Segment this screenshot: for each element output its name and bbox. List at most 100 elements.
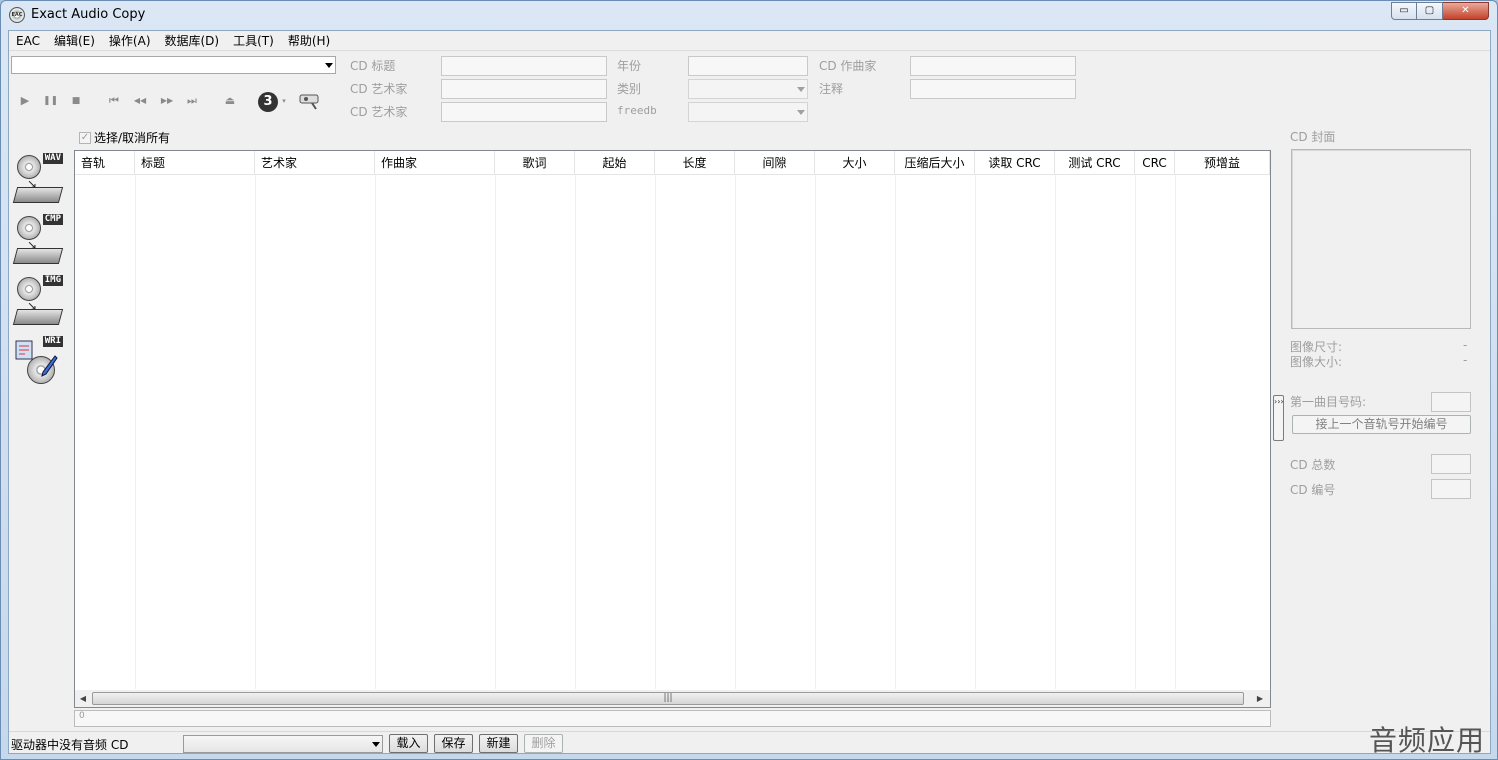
cd-total-label: CD 总数 (1290, 458, 1336, 472)
column-divider (575, 175, 576, 689)
close-button[interactable]: ✕ (1443, 2, 1489, 20)
select-all-checkbox[interactable]: ✓ (79, 131, 91, 144)
menu-action[interactable]: 操作(A) (102, 31, 158, 50)
first-track-number-input[interactable] (1431, 392, 1471, 412)
cd-number-input[interactable] (1431, 479, 1471, 499)
column-track[interactable]: 音轨 (75, 151, 135, 175)
drive-icon (12, 187, 64, 203)
menu-bar: EAC 编辑(E) 操作(A) 数据库(D) 工具(T) 帮助(H) (9, 31, 1490, 51)
cd-artist2-input[interactable] (441, 102, 607, 122)
play-button[interactable]: ▶ (18, 94, 32, 108)
column-test-crc[interactable]: 测试 CRC (1055, 151, 1135, 175)
title-bar[interactable]: EAC Exact Audio Copy ▭ ▢ ✕ (1, 1, 1497, 30)
genre-label: 类别 (617, 82, 642, 96)
chevron-down-icon[interactable]: ▾ (280, 94, 288, 108)
cd-title-label: CD 标题 (350, 59, 396, 73)
stop-button[interactable]: ■ (69, 94, 83, 108)
progress-bar: 0 (74, 710, 1271, 727)
copy-wav-button[interactable]: ↘ WAV (12, 153, 64, 205)
drive-icon (12, 309, 64, 325)
column-gap[interactable]: 间隙 (735, 151, 815, 175)
column-length[interactable]: 长度 (655, 151, 735, 175)
scroll-thumb[interactable]: ||| (92, 692, 1244, 705)
next-track-button[interactable]: ▶▶ (158, 94, 176, 108)
chevron-down-icon (325, 63, 333, 68)
pause-button[interactable]: ❚❚ (43, 94, 58, 108)
column-divider (975, 175, 976, 689)
scroll-right-button[interactable]: ▶ (1254, 692, 1266, 705)
eject-button[interactable]: ⏏ (223, 94, 237, 108)
first-track-button[interactable]: ⏮ (107, 94, 121, 108)
cd-total-input[interactable] (1431, 454, 1471, 474)
column-start[interactable]: 起始 (575, 151, 655, 175)
column-divider (375, 175, 376, 689)
column-title[interactable]: 标题 (135, 151, 255, 175)
scroll-left-button[interactable]: ◀ (77, 692, 89, 705)
pen-icon (41, 355, 58, 377)
track-list-body[interactable] (75, 175, 1270, 689)
new-button[interactable]: 新建 (479, 734, 518, 753)
status-bar: 驱动器中没有音频 CD 载入 保存 新建 删除 (9, 731, 1490, 754)
cd-cover-image[interactable] (1291, 149, 1471, 329)
maximize-button[interactable]: ▢ (1417, 2, 1443, 20)
cd-artist2-label: CD 艺术家 (350, 105, 408, 119)
column-lyrics[interactable]: 歌词 (495, 151, 575, 175)
save-button[interactable]: 保存 (434, 734, 473, 753)
column-divider (895, 175, 896, 689)
copy-compressed-button[interactable]: ↘ CMP (12, 214, 64, 266)
chevron-down-icon (797, 110, 805, 115)
menu-database[interactable]: 数据库(D) (158, 31, 227, 50)
drive-select[interactable] (11, 56, 336, 74)
cd-composer-input[interactable] (910, 56, 1076, 76)
image-bytes-value: - (1463, 353, 1468, 367)
app-icon[interactable]: EAC (9, 7, 25, 23)
horizontal-scrollbar[interactable]: ◀ ||| ▶ (75, 690, 1270, 707)
column-artist[interactable]: 艺术家 (255, 151, 375, 175)
column-divider (1135, 175, 1136, 689)
column-crc[interactable]: CRC (1135, 151, 1175, 175)
column-composer[interactable]: 作曲家 (375, 151, 495, 175)
window-title: Exact Audio Copy (31, 7, 146, 22)
cd-count-badge[interactable]: 3 (258, 92, 278, 112)
cd-artist-label: CD 艺术家 (350, 82, 408, 96)
comment-input[interactable] (910, 79, 1076, 99)
column-read-crc[interactable]: 读取 CRC (975, 151, 1055, 175)
disc-icon (17, 155, 41, 179)
panel-collapse-button[interactable]: ››› (1273, 395, 1284, 441)
write-cd-button[interactable]: WRI (13, 336, 63, 388)
menu-eac[interactable]: EAC (9, 31, 47, 50)
delete-button[interactable]: 删除 (524, 734, 563, 753)
column-pregain[interactable]: 预增益 (1175, 151, 1270, 175)
menu-edit[interactable]: 编辑(E) (47, 31, 102, 50)
column-compressed-size[interactable]: 压缩后大小 (895, 151, 975, 175)
previous-track-button[interactable]: ◀◀ (131, 94, 149, 108)
copy-image-button[interactable]: ↘ IMG (12, 275, 64, 327)
minimize-button[interactable]: ▭ (1391, 2, 1417, 20)
year-input[interactable] (688, 56, 808, 76)
freedb-select[interactable] (688, 102, 808, 122)
image-bytes-label: 图像大小: (1290, 355, 1343, 369)
cmp-tag: CMP (42, 214, 63, 225)
drive-icon (12, 248, 64, 264)
first-track-number-label: 第一曲目号码: (1290, 395, 1367, 409)
menu-tools[interactable]: 工具(T) (226, 31, 281, 50)
column-size[interactable]: 大小 (815, 151, 895, 175)
continue-numbering-button[interactable]: 接上一个音轨号开始编号 (1292, 415, 1471, 434)
status-message: 驱动器中没有音频 CD (11, 738, 129, 752)
cd-title-input[interactable] (441, 56, 607, 76)
genre-select[interactable] (688, 79, 808, 99)
load-button[interactable]: 载入 (389, 734, 428, 753)
watermark-text: 音频应用 (1369, 724, 1486, 757)
last-track-button[interactable]: ⏭ (185, 94, 199, 108)
track-list[interactable]: 音轨 标题 艺术家 作曲家 歌词 起始 长度 间隙 大小 压缩后大小 读取 CR… (74, 150, 1271, 708)
client-area: EAC 编辑(E) 操作(A) 数据库(D) 工具(T) 帮助(H) ▶ ❚❚ … (8, 30, 1491, 754)
year-label: 年份 (617, 59, 642, 73)
cd-artist-input[interactable] (441, 79, 607, 99)
column-divider (1175, 175, 1176, 689)
main-window: EAC Exact Audio Copy ▭ ▢ ✕ EAC 编辑(E) 操作(… (0, 0, 1498, 760)
profile-select[interactable] (183, 735, 383, 753)
drive-options-icon[interactable] (298, 91, 322, 111)
cd-cover-label: CD 封面 (1290, 130, 1336, 144)
menu-help[interactable]: 帮助(H) (281, 31, 337, 50)
select-all-row[interactable]: ✓ 选择/取消所有 (79, 129, 170, 146)
